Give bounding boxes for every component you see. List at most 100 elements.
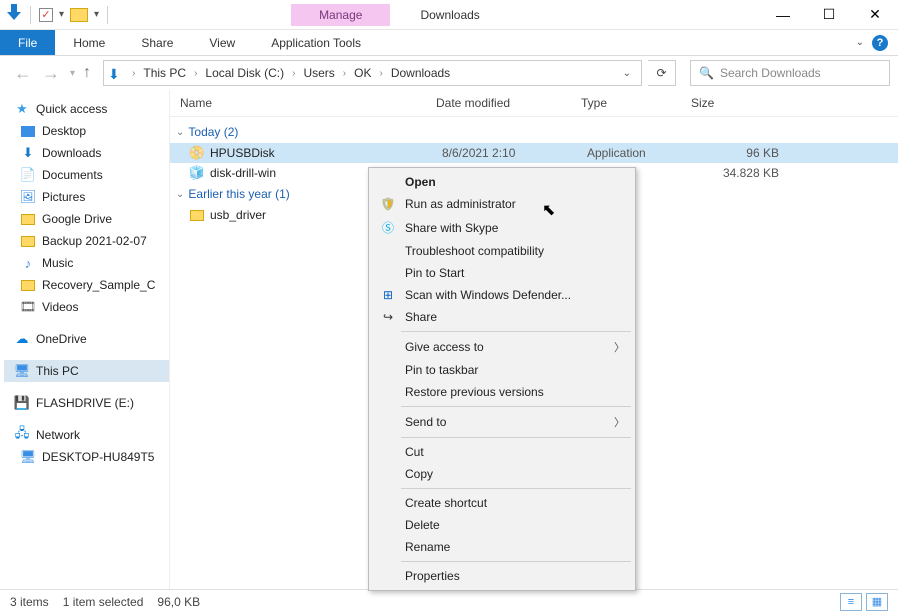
sidebar-label: Downloads (42, 146, 101, 160)
column-size[interactable]: Size (683, 90, 783, 116)
tab-application-tools[interactable]: Application Tools (253, 30, 379, 55)
sidebar-item-videos[interactable]: 🎞Videos (4, 296, 169, 318)
tab-share[interactable]: Share (123, 30, 191, 55)
breadcrumb[interactable]: OK (352, 66, 373, 80)
folder-icon (20, 233, 36, 249)
menu-share-skype[interactable]: ⓈShare with Skype (371, 215, 633, 240)
tab-view[interactable]: View (191, 30, 253, 55)
menu-give-access[interactable]: Give access to〉 (371, 335, 633, 359)
menu-copy[interactable]: Copy (371, 463, 633, 485)
pc-icon: 🖥 (14, 363, 30, 379)
minimize-button[interactable]: — (760, 0, 806, 30)
up-button[interactable]: ↑ (83, 64, 91, 82)
recent-locations-icon[interactable]: ▾ (68, 68, 77, 79)
navigation-bar: ← → ▾ ↑ › This PC › Local Disk (C:) › Us… (0, 56, 898, 90)
menu-send-to[interactable]: Send to〉 (371, 410, 633, 434)
breadcrumb[interactable]: Local Disk (C:) (203, 66, 286, 80)
breadcrumb-sep-icon[interactable]: › (339, 68, 350, 79)
share-icon: ↪ (379, 310, 397, 324)
details-view-button[interactable]: ≡ (840, 593, 862, 611)
search-input[interactable]: 🔍 Search Downloads (690, 60, 890, 86)
chevron-down-icon: ⌄ (176, 127, 184, 138)
address-bar[interactable]: › This PC › Local Disk (C:) › Users › OK… (103, 60, 642, 86)
file-tab[interactable]: File (0, 30, 55, 55)
cloud-icon: ☁ (14, 331, 30, 347)
documents-icon: 📄 (20, 167, 36, 183)
forward-button[interactable]: → (40, 63, 62, 84)
menu-run-as-admin[interactable]: 🛡Run as administrator (371, 193, 633, 215)
group-today[interactable]: ⌄Today (2) (170, 121, 898, 143)
breadcrumb-sep-icon[interactable]: › (375, 68, 386, 79)
breadcrumb-sep-icon[interactable]: › (128, 68, 139, 79)
file-row[interactable]: 📀 HPUSBDisk 8/6/2021 2:10 Application 96… (170, 143, 898, 163)
sidebar-label: DESKTOP-HU849T5 (42, 450, 154, 464)
menu-properties[interactable]: Properties (371, 565, 633, 587)
breadcrumb-sep-icon[interactable]: › (288, 68, 299, 79)
ribbon-tabs: File Home Share View Application Tools ⌄… (0, 30, 898, 56)
close-button[interactable]: ✕ (852, 0, 898, 30)
qat-dropdown-icon[interactable]: ▾ (94, 9, 99, 20)
status-bar: 3 items 1 item selected 96,0 KB ≡ ▦ (0, 589, 898, 613)
qat-dropdown-icon[interactable]: ▾ (59, 9, 64, 20)
menu-restore-versions[interactable]: Restore previous versions (371, 381, 633, 403)
menu-delete[interactable]: Delete (371, 514, 633, 536)
separator (107, 6, 108, 24)
menu-troubleshoot[interactable]: Troubleshoot compatibility (371, 240, 633, 262)
maximize-button[interactable]: ☐ (806, 0, 852, 30)
status-item-count: 3 items (10, 595, 49, 609)
search-icon: 🔍 (699, 66, 714, 80)
sidebar-item-documents[interactable]: 📄Documents (4, 164, 169, 186)
menu-pin-start[interactable]: Pin to Start (371, 262, 633, 284)
sidebar-label: Google Drive (42, 212, 112, 226)
sidebar-flashdrive[interactable]: 💾FLASHDRIVE (E:) (4, 392, 169, 414)
sidebar-quick-access[interactable]: ★ Quick access (4, 98, 169, 120)
breadcrumb[interactable]: Users (301, 66, 336, 80)
sidebar-network[interactable]: 🖧Network (4, 424, 169, 446)
pc-icon: 🖥 (20, 449, 36, 465)
tab-home[interactable]: Home (55, 30, 123, 55)
application-icon: 🧊 (188, 165, 206, 181)
sidebar-item-recovery[interactable]: Recovery_Sample_C (4, 274, 169, 296)
sidebar-item-desktop[interactable]: Desktop (4, 120, 169, 142)
properties-checkbox-icon[interactable]: ✓ (39, 8, 53, 22)
chevron-down-icon: ⌄ (176, 189, 184, 200)
sidebar-item-googledrive[interactable]: Google Drive (4, 208, 169, 230)
sidebar-this-pc[interactable]: 🖥This PC (4, 360, 169, 382)
menu-cut[interactable]: Cut (371, 441, 633, 463)
ribbon-expand-icon[interactable]: ⌄ (856, 37, 864, 48)
sidebar-item-backup[interactable]: Backup 2021-02-07 (4, 230, 169, 252)
separator (30, 6, 31, 24)
title-bar: ✓ ▾ ▾ Manage Downloads — ☐ ✕ (0, 0, 898, 30)
downloads-icon: ⬇ (20, 145, 36, 161)
refresh-button[interactable]: ⟳ (648, 60, 676, 86)
sidebar-label: Quick access (36, 102, 107, 116)
back-button[interactable]: ← (12, 63, 34, 84)
sidebar-item-pictures[interactable]: 🖼Pictures (4, 186, 169, 208)
menu-open[interactable]: Open (371, 171, 633, 193)
file-type: Application (587, 146, 697, 160)
downloads-icon (6, 4, 22, 25)
pictures-icon: 🖼 (20, 189, 36, 205)
menu-scan-defender[interactable]: ⊞Scan with Windows Defender... (371, 284, 633, 306)
menu-share[interactable]: ↪Share (371, 306, 633, 328)
sidebar-item-downloads[interactable]: ⬇ Downloads (4, 142, 169, 164)
help-button[interactable]: ? (872, 35, 888, 51)
location-icon (108, 66, 126, 80)
breadcrumb[interactable]: Downloads (389, 66, 452, 80)
icons-view-button[interactable]: ▦ (866, 593, 888, 611)
folder-icon (20, 211, 36, 227)
breadcrumb-sep-icon[interactable]: › (190, 68, 201, 79)
address-dropdown-icon[interactable]: ⌄ (617, 68, 637, 79)
menu-pin-taskbar[interactable]: Pin to taskbar (371, 359, 633, 381)
column-date[interactable]: Date modified (428, 90, 573, 116)
star-icon: ★ (14, 101, 30, 117)
sidebar-item-desktop-host[interactable]: 🖥 DESKTOP-HU849T5 (4, 446, 169, 468)
sidebar-item-music[interactable]: ♪Music (4, 252, 169, 274)
menu-create-shortcut[interactable]: Create shortcut (371, 492, 633, 514)
column-type[interactable]: Type (573, 90, 683, 116)
sidebar-onedrive[interactable]: ☁OneDrive (4, 328, 169, 350)
defender-icon: ⊞ (379, 288, 397, 302)
breadcrumb[interactable]: This PC (141, 66, 188, 80)
menu-rename[interactable]: Rename (371, 536, 633, 558)
column-name[interactable]: Name (170, 90, 428, 116)
